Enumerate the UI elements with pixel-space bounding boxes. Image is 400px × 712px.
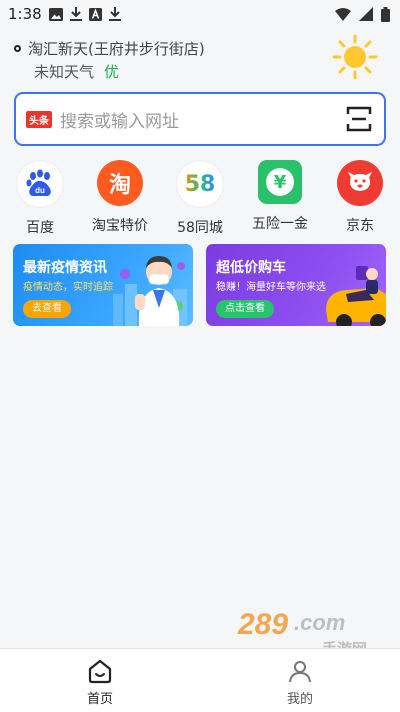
weather-text: 未知天气 bbox=[34, 63, 95, 81]
battery-icon bbox=[381, 6, 390, 22]
svg-text:289: 289 bbox=[237, 608, 288, 641]
image-icon bbox=[48, 7, 63, 21]
banner-title: 最新疫情资讯 bbox=[23, 260, 107, 276]
banner-subtitle: 稳赚！海量好车等你来选 bbox=[216, 282, 326, 293]
svg-text:.com: .com bbox=[294, 610, 345, 635]
user-icon bbox=[289, 661, 311, 683]
scan-icon[interactable] bbox=[346, 106, 372, 132]
home-icon bbox=[88, 659, 112, 684]
wifi-icon bbox=[335, 7, 351, 21]
shortcut-taobao[interactable]: 淘 淘宝特价 bbox=[80, 160, 160, 237]
yen-icon: ¥ bbox=[258, 160, 302, 204]
shortcut-label: 淘宝特价 bbox=[92, 218, 148, 234]
weather[interactable]: 未知天气 优 bbox=[34, 61, 119, 82]
taobao-icon: 淘 bbox=[97, 160, 143, 206]
nav-label: 首页 bbox=[86, 692, 113, 707]
nav-label: 我的 bbox=[286, 692, 313, 707]
bottom-nav: 首页 我的 bbox=[0, 648, 400, 712]
signal-icon bbox=[359, 7, 373, 21]
58-icon: 58 bbox=[176, 160, 224, 208]
yen-glyph: ¥ bbox=[273, 171, 287, 193]
shortcut-grid: du 百度 淘 淘宝特价 58 58同城 ¥ 五险一金 京东 bbox=[0, 160, 400, 237]
search-bar[interactable]: 头条 搜索或输入网址 bbox=[14, 92, 386, 146]
shortcut-baidu[interactable]: du 百度 bbox=[0, 160, 80, 237]
sun-icon[interactable] bbox=[332, 34, 378, 80]
toutiao-badge[interactable]: 头条 bbox=[26, 110, 52, 128]
shortcut-58[interactable]: 58 58同城 bbox=[160, 160, 240, 237]
jd-dog-icon bbox=[337, 160, 383, 206]
banner-subtitle: 疫情动态，实时追踪 bbox=[23, 282, 113, 293]
go-view-button[interactable]: 去查看 bbox=[23, 300, 71, 318]
download-icon bbox=[69, 7, 82, 21]
status-bar: 1:38 bbox=[0, 0, 400, 28]
shortcut-jd[interactable]: 京东 bbox=[320, 160, 400, 237]
taobao-glyph: 淘 bbox=[108, 173, 131, 198]
location[interactable]: 淘汇新天(王府井步行街店) bbox=[14, 38, 205, 59]
covid-news-banner[interactable]: 最新疫情资讯 疫情动态，实时追踪 去查看 bbox=[13, 244, 193, 326]
58-glyph: 58 bbox=[184, 171, 216, 197]
location-dot-icon bbox=[14, 45, 21, 52]
air-quality: 优 bbox=[104, 63, 120, 81]
shortcut-label: 京东 bbox=[346, 218, 374, 234]
download-icon bbox=[108, 7, 121, 21]
location-name: 淘汇新天(王府井步行街店) bbox=[28, 40, 205, 58]
shortcut-label: 五险一金 bbox=[252, 216, 308, 232]
banner-title: 超低价购车 bbox=[216, 260, 286, 276]
shortcut-label: 58同城 bbox=[177, 220, 223, 236]
click-view-button[interactable]: 点击查看 bbox=[216, 300, 274, 318]
shortcut-wuxian[interactable]: ¥ 五险一金 bbox=[240, 160, 320, 237]
search-input[interactable]: 搜索或输入网址 bbox=[60, 107, 346, 132]
status-time: 1:38 bbox=[8, 5, 42, 23]
font-a-icon bbox=[88, 7, 102, 21]
doctor-illustration bbox=[135, 256, 180, 326]
svg-text:du: du bbox=[35, 186, 45, 195]
nav-mine[interactable]: 我的 bbox=[200, 649, 400, 712]
car-deal-banner[interactable]: 超低价购车 稳赚！海量好车等你来选 点击查看 bbox=[206, 244, 386, 326]
shortcut-label: 百度 bbox=[26, 220, 54, 236]
nav-home[interactable]: 首页 bbox=[0, 649, 200, 712]
baidu-icon: du bbox=[16, 160, 64, 208]
